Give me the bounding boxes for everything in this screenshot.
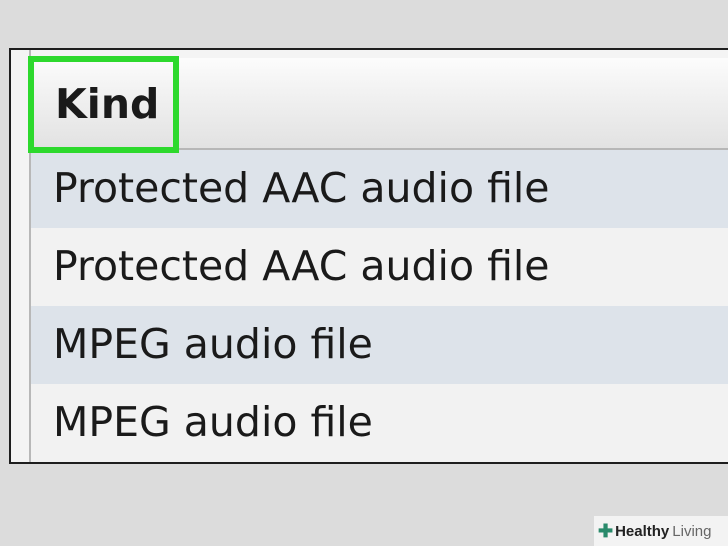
watermark-word-2: Living xyxy=(672,522,712,540)
watermark-word-1: Healthy xyxy=(615,522,670,540)
highlight-box xyxy=(28,56,179,153)
watermark: ✚ Healthy Living xyxy=(594,516,728,546)
list-row[interactable]: Protected AAC audio file xyxy=(31,228,728,306)
list-row-kind: Protected AAC audio file xyxy=(53,242,550,290)
list-row-kind: Protected AAC audio file xyxy=(53,164,550,212)
plus-cross-icon: ✚ xyxy=(598,520,614,541)
list-row[interactable]: MPEG audio file xyxy=(31,306,728,384)
list-row[interactable]: MPEG audio file xyxy=(31,384,728,462)
screenshot-stage: Kind Protected AAC audio file Protected … xyxy=(0,0,728,546)
list-row-kind: MPEG audio file xyxy=(53,398,373,446)
list-row-kind: MPEG audio file xyxy=(53,320,373,368)
list-row[interactable]: Protected AAC audio file xyxy=(31,150,728,228)
